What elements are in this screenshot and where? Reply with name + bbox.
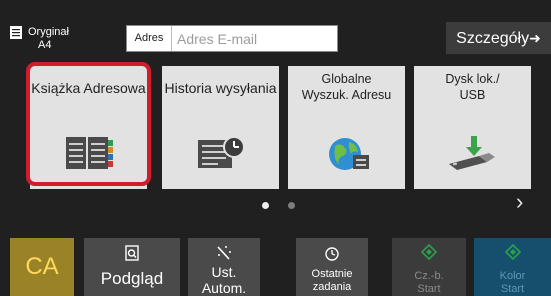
arrow-right-icon: ➜: [529, 30, 541, 46]
page-dot-active[interactable]: [262, 202, 269, 209]
start-diamond-icon: [504, 244, 521, 260]
address-field[interactable]: Adres: [126, 25, 341, 52]
magic-wand-icon: [217, 246, 231, 260]
globe-search-icon: [328, 138, 369, 170]
auto-settings-button[interactable]: Ust. Autom.: [188, 238, 260, 296]
tile-send-history[interactable]: Historia wysyłania: [162, 66, 279, 189]
tile-usb-line2: USB: [459, 88, 486, 102]
tile-global-address-search[interactable]: Globalne Wyszuk. Adresu: [288, 66, 405, 189]
chevron-right-icon[interactable]: ›: [516, 190, 523, 214]
tile-global-search-line2: Wyszuk. Adresu: [301, 88, 392, 102]
color-start-line1: Kolor: [499, 270, 526, 282]
tile-global-search-line1: Globalne: [321, 72, 372, 86]
tile-usb-label: Dysk lok./ USB: [414, 71, 531, 103]
document-icon: [10, 26, 22, 39]
auto-settings-line1: Ust.: [211, 264, 237, 280]
preview-button[interactable]: Podgląd: [84, 238, 180, 296]
bw-start-line1: Cz.-b.: [414, 270, 444, 282]
original-size: A4: [38, 39, 52, 51]
original-label: Oryginał: [28, 26, 69, 38]
preview-icon: [125, 245, 139, 261]
send-history-icon: [197, 136, 245, 168]
history-icon: [325, 247, 339, 261]
bw-start-button[interactable]: Cz.-b. Start: [392, 238, 466, 296]
tile-send-history-label: Historia wysyłania: [164, 80, 277, 96]
recent-jobs-button[interactable]: Ostatnie zadania: [296, 238, 368, 296]
recent-jobs-line2: zadania: [312, 281, 352, 293]
color-start-button[interactable]: Kolor Start: [474, 238, 551, 296]
color-start-line2: Start: [500, 283, 525, 295]
original-info[interactable]: Oryginał A4: [10, 14, 120, 54]
selected-tile-frame: [26, 62, 151, 186]
usb-drive-icon: [448, 136, 495, 170]
tile-local-drive-usb[interactable]: Dysk lok./ USB: [414, 66, 531, 189]
bw-start-line2: Start: [417, 283, 441, 295]
details-button[interactable]: Szczegóły➜: [446, 22, 551, 54]
recent-jobs-label: Ostatnie zadania: [296, 268, 368, 294]
tile-usb-line1: Dysk lok./: [445, 72, 500, 86]
color-start-label: Kolor Start: [474, 270, 551, 296]
recent-jobs-line1: Ostatnie: [311, 268, 353, 280]
email-address-input[interactable]: [173, 26, 341, 51]
address-tag: Adres: [127, 26, 172, 51]
preview-label: Podgląd: [100, 269, 164, 288]
clear-all-button[interactable]: CA: [10, 238, 74, 296]
tile-global-search-label: Globalne Wyszuk. Adresu: [288, 71, 405, 103]
details-label: Szczegóły: [456, 30, 530, 47]
auto-settings-label: Ust. Autom.: [188, 264, 260, 296]
auto-settings-line2: Autom.: [201, 280, 247, 296]
page-dot[interactable]: [288, 202, 295, 209]
bw-start-label: Cz.-b. Start: [392, 270, 466, 296]
start-diamond-icon: [421, 244, 437, 260]
